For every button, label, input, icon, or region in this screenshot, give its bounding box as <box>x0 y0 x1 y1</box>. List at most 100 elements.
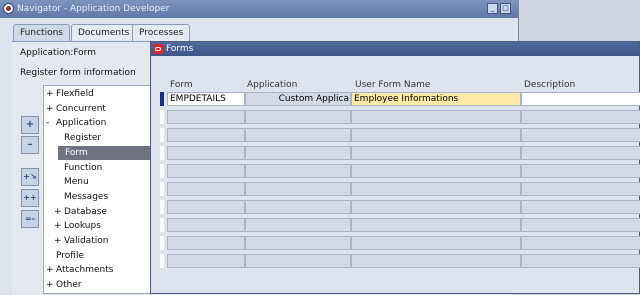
tree-item-database[interactable]: + Database <box>44 205 152 219</box>
cell-description[interactable] <box>521 164 640 178</box>
column-header-user-form-name: User Form Name <box>355 80 431 90</box>
cell-form[interactable] <box>167 218 245 232</box>
cell-description[interactable] <box>521 182 640 196</box>
tree-item-label: Concurrent <box>56 103 106 114</box>
tab-functions[interactable]: Functions <box>13 24 70 42</box>
cell-application[interactable] <box>245 128 351 142</box>
column-header-application: Application <box>247 80 298 90</box>
tree-item-profile[interactable]: Profile <box>44 249 152 263</box>
record-indicator[interactable] <box>160 146 164 160</box>
maximize-button[interactable]: □ <box>500 3 511 14</box>
cell-form[interactable]: EMPDETAILS <box>167 92 245 106</box>
record-indicator[interactable] <box>160 200 164 214</box>
cell-form[interactable] <box>167 110 245 124</box>
cell-application[interactable] <box>245 110 351 124</box>
cell-user-form-name[interactable] <box>351 218 521 232</box>
cell-form[interactable] <box>167 182 245 196</box>
cell-description[interactable] <box>521 236 640 250</box>
expand-all-button[interactable]: ++ <box>21 189 39 207</box>
tree-item-label: Function <box>64 162 103 173</box>
column-header-description: Description <box>524 80 576 90</box>
tree-expander-icon[interactable]: + <box>46 278 56 292</box>
cell-form[interactable] <box>167 128 245 142</box>
cell-user-form-name[interactable] <box>351 164 521 178</box>
cell-form[interactable] <box>167 164 245 178</box>
cell-user-form-name[interactable] <box>351 254 521 268</box>
cell-application[interactable] <box>245 146 351 160</box>
forms-window: Forms Form Application User Form Name De… <box>150 41 640 294</box>
cell-form[interactable] <box>167 146 245 160</box>
register-form-subheader: Register form information <box>20 68 136 78</box>
expand-branch-button[interactable]: +↘ <box>21 168 39 186</box>
application-form-header: Application:Form <box>20 48 96 58</box>
cell-description[interactable] <box>521 110 640 124</box>
cell-description[interactable] <box>521 254 640 268</box>
record-indicator[interactable] <box>160 164 164 178</box>
cell-description[interactable] <box>521 218 640 232</box>
tree-item-menu[interactable]: Menu <box>44 175 152 189</box>
cell-application[interactable] <box>245 200 351 214</box>
tree-expander-icon[interactable]: + <box>54 234 64 248</box>
tree-item-form[interactable]: Form <box>58 145 152 160</box>
navigator-title: Navigator - Application Developer <box>17 4 170 14</box>
cell-application[interactable] <box>245 236 351 250</box>
cell-user-form-name[interactable] <box>351 236 521 250</box>
tree-item-label: Lookups <box>64 221 101 232</box>
plus-button[interactable]: + <box>21 116 39 134</box>
record-indicator[interactable] <box>160 254 164 268</box>
cell-application[interactable] <box>245 254 351 268</box>
tree-expander-icon[interactable]: + <box>46 263 56 277</box>
minimize-button[interactable]: _ <box>487 3 498 14</box>
cell-form[interactable] <box>167 254 245 268</box>
cell-description[interactable] <box>521 200 640 214</box>
cell-user-form-name[interactable] <box>351 146 521 160</box>
current-record-indicator[interactable] <box>160 92 164 106</box>
cell-description[interactable] <box>521 128 640 142</box>
tree-item-label: Messages <box>64 191 109 202</box>
tree-item-label: Profile <box>56 250 84 261</box>
tree-item-register[interactable]: Register <box>44 131 152 145</box>
tree-item-other[interactable]: + Other <box>44 278 152 292</box>
cell-application[interactable]: Custom Applica <box>245 92 351 106</box>
cell-application[interactable] <box>245 218 351 232</box>
record-indicator[interactable] <box>160 218 164 232</box>
cell-form[interactable] <box>167 236 245 250</box>
cell-application[interactable] <box>245 182 351 196</box>
cell-description[interactable] <box>521 146 640 160</box>
tree-expander-icon[interactable]: + <box>54 205 64 219</box>
record-indicator[interactable] <box>160 236 164 250</box>
tree-item-messages[interactable]: Messages <box>44 190 152 204</box>
tree-expander-icon[interactable]: + <box>54 219 64 233</box>
tree-expander-icon[interactable]: - <box>46 116 56 130</box>
cell-form[interactable] <box>167 200 245 214</box>
tree-item-label: Validation <box>64 236 109 246</box>
tree-item-attachments[interactable]: + Attachments <box>44 263 152 277</box>
tree-item-function[interactable]: Function <box>44 161 152 175</box>
record-indicator[interactable] <box>160 110 164 124</box>
cell-user-form-name[interactable] <box>351 128 521 142</box>
tree-item-label: Attachments <box>56 265 114 276</box>
record-indicator[interactable] <box>160 182 164 196</box>
collapse-all-button[interactable]: =- <box>21 210 39 228</box>
tree-item-flexfield[interactable]: + Flexfield <box>44 87 152 101</box>
collapse-all-icon: =- <box>24 214 36 223</box>
tree-item-application[interactable]: - Application <box>44 116 152 130</box>
tree-item-lookups[interactable]: + Lookups <box>44 219 152 233</box>
tab-documents[interactable]: Documents <box>71 24 137 42</box>
cell-user-form-name[interactable] <box>351 200 521 214</box>
cell-user-form-name[interactable]: Employee Informations <box>351 92 521 106</box>
navigator-titlebar: Navigator - Application Developer _ □ <box>0 0 518 18</box>
cell-user-form-name[interactable] <box>351 110 521 124</box>
minus-button[interactable]: – <box>21 136 39 154</box>
tree-item-concurrent[interactable]: + Concurrent <box>44 102 152 116</box>
record-indicator[interactable] <box>160 128 164 142</box>
cell-user-form-name[interactable] <box>351 182 521 196</box>
column-header-form: Form <box>170 80 193 90</box>
cell-description[interactable] <box>521 92 640 106</box>
tree-item-validation[interactable]: + Validation <box>44 234 152 248</box>
tree-expander-icon[interactable]: + <box>46 87 56 101</box>
cell-application[interactable] <box>245 164 351 178</box>
tree-expander-icon[interactable]: + <box>46 102 56 116</box>
oracle-icon <box>153 44 163 54</box>
tab-processes[interactable]: Processes <box>132 24 191 42</box>
